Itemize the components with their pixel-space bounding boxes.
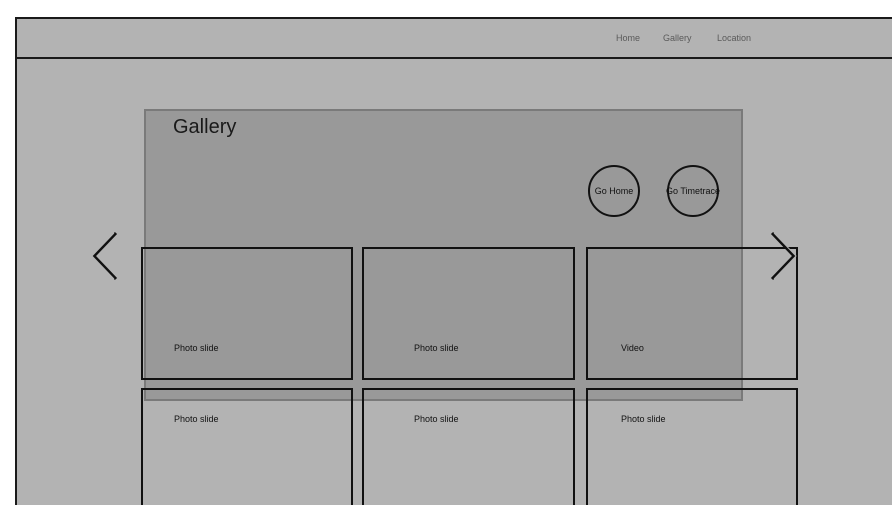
tile-label: Video bbox=[621, 343, 644, 353]
go-timetrace-button[interactable]: Go Timetrace bbox=[666, 165, 720, 217]
chevron-right-icon[interactable] bbox=[768, 231, 798, 281]
page-canvas: Home Gallery Location Gallery Go Home Go… bbox=[15, 17, 892, 505]
tile-label: Photo slide bbox=[414, 343, 459, 353]
gallery-tile-photo-2[interactable] bbox=[362, 247, 575, 380]
gallery-tile-photo-5[interactable] bbox=[586, 388, 798, 505]
top-nav-bar: Home Gallery Location bbox=[17, 19, 892, 59]
page-title: Gallery bbox=[173, 116, 237, 138]
tile-label: Photo slide bbox=[414, 414, 459, 424]
gallery-tile-photo-3[interactable] bbox=[141, 388, 353, 505]
tile-label: Photo slide bbox=[174, 414, 219, 424]
tile-label: Photo slide bbox=[621, 414, 666, 424]
nav-gallery-link[interactable]: Gallery bbox=[663, 33, 692, 43]
nav-home-link[interactable]: Home bbox=[616, 33, 640, 43]
gallery-tile-video[interactable] bbox=[586, 247, 798, 380]
nav-location-link[interactable]: Location bbox=[717, 33, 751, 43]
gallery-tile-photo-4[interactable] bbox=[362, 388, 575, 505]
gallery-tile-photo-1[interactable] bbox=[141, 247, 353, 380]
go-home-button[interactable]: Go Home bbox=[588, 165, 640, 217]
tile-label: Photo slide bbox=[174, 343, 219, 353]
chevron-left-icon[interactable] bbox=[90, 231, 120, 281]
